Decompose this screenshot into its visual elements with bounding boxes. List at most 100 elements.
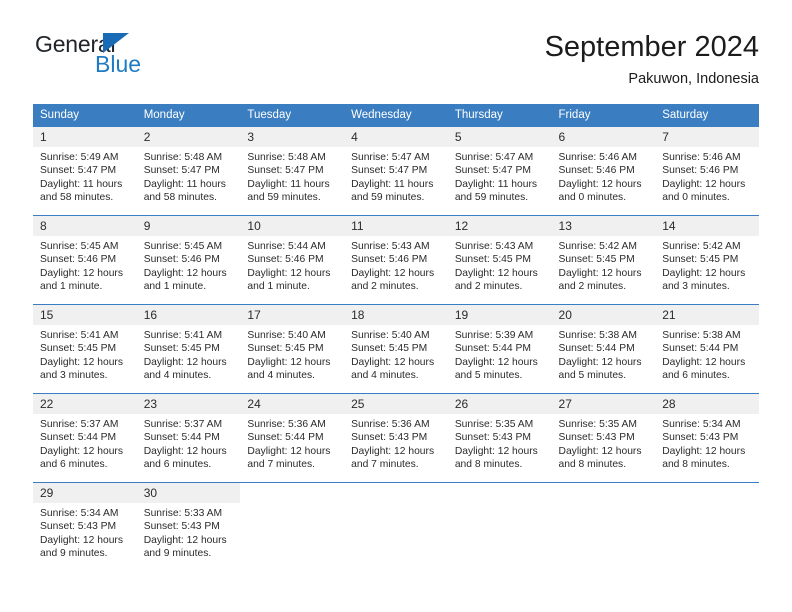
- calendar-day-cell[interactable]: 24 Sunrise: 5:36 AM Sunset: 5:44 PM Dayligh…: [240, 393, 345, 483]
- calendar-day-cell[interactable]: 19 Sunrise: 5:39 AM Sunset: 5:44 PM Dayligh…: [447, 304, 552, 394]
- daylight-text-line1: Daylight: 12 hours: [143, 445, 227, 457]
- day-cell-body: Sunrise: 5:40 AM Sunset: 5:45 PM Daylight:…: [344, 325, 448, 382]
- day-cell-body: Sunrise: 5:37 AM Sunset: 5:44 PM Daylight:…: [137, 414, 241, 471]
- sunset-text: Sunset: 5:46 PM: [662, 165, 739, 177]
- day-cell-inner: 23 Sunrise: 5:37 AM Sunset: 5:44 PM Dayligh…: [136, 394, 241, 482]
- day-number: 2: [136, 127, 241, 147]
- day-number: 10: [240, 216, 345, 236]
- day-number: 25: [344, 394, 448, 414]
- daylight-text-line1: Daylight: 12 hours: [454, 356, 538, 368]
- calendar-day-cell[interactable]: 22 Sunrise: 5:37 AM Sunset: 5:44 PM Dayligh…: [33, 393, 137, 483]
- sunrise-text: Sunrise: 5:45 AM: [143, 241, 223, 252]
- daylight-text-line1: Daylight: 11 hours: [454, 178, 538, 190]
- day-cell-body: Sunrise: 5:40 AM Sunset: 5:45 PM Daylight:…: [240, 325, 344, 382]
- sunrise-text: Sunrise: 5:36 AM: [351, 419, 430, 430]
- daylight-text-line2: and 1 minute.: [143, 280, 207, 292]
- day-number: 29: [33, 483, 137, 503]
- day-cell-inner: 26 Sunrise: 5:35 AM Sunset: 5:43 PM Dayligh…: [447, 394, 552, 482]
- sunset-text: Sunset: 5:43 PM: [143, 521, 220, 533]
- sunrise-text: Sunrise: 5:40 AM: [247, 330, 326, 341]
- day-cell-body: Sunrise: 5:37 AM Sunset: 5:44 PM Daylight:…: [33, 414, 137, 471]
- title-block: September 2024 Pakuwon, Indonesia: [545, 30, 759, 89]
- sunset-text: Sunset: 5:43 PM: [351, 432, 428, 444]
- calendar-day-cell[interactable]: 26 Sunrise: 5:35 AM Sunset: 5:43 PM Dayligh…: [447, 393, 552, 483]
- day-number: 1: [33, 127, 137, 147]
- calendar-day-cell[interactable]: 20 Sunrise: 5:38 AM Sunset: 5:44 PM Dayligh…: [551, 304, 656, 394]
- day-cell-inner: [344, 483, 448, 571]
- day-number: 28: [655, 394, 759, 414]
- daylight-text-line1: Daylight: 11 hours: [247, 178, 330, 190]
- sunrise-text: Sunrise: 5:43 AM: [454, 241, 534, 252]
- calendar-day-cell[interactable]: 16 Sunrise: 5:41 AM Sunset: 5:45 PM Dayligh…: [136, 304, 241, 394]
- calendar-day-cell[interactable]: 9 Sunrise: 5:45 AM Sunset: 5:46 PM Daylight…: [136, 215, 241, 305]
- day-cell-body: [448, 503, 552, 507]
- sunrise-text: Sunrise: 5:34 AM: [662, 419, 741, 430]
- day-cell-body: Sunrise: 5:46 AM Sunset: 5:46 PM Daylight:…: [655, 147, 759, 204]
- daylight-text-line1: Daylight: 12 hours: [558, 267, 642, 279]
- day-cell-body: Sunrise: 5:49 AM Sunset: 5:47 PM Daylight:…: [33, 147, 137, 204]
- sunrise-text: Sunrise: 5:38 AM: [558, 330, 637, 341]
- day-cell-body: [240, 503, 344, 507]
- day-number: 3: [240, 127, 345, 147]
- daylight-text-line2: and 3 minutes.: [40, 369, 108, 381]
- day-cell-inner: 14 Sunrise: 5:42 AM Sunset: 5:45 PM Dayligh…: [655, 216, 759, 304]
- sunset-text: Sunset: 5:45 PM: [351, 343, 428, 355]
- day-number: 22: [33, 394, 137, 414]
- weekday-header-monday: Monday: [136, 104, 241, 127]
- sunset-text: Sunset: 5:43 PM: [662, 432, 739, 444]
- day-cell-body: Sunrise: 5:38 AM Sunset: 5:44 PM Daylight:…: [552, 325, 656, 382]
- day-number: 4: [344, 127, 448, 147]
- calendar-day-cell[interactable]: 8 Sunrise: 5:45 AM Sunset: 5:46 PM Daylight…: [33, 215, 137, 305]
- calendar-day-cell[interactable]: 28 Sunrise: 5:34 AM Sunset: 5:43 PM Dayligh…: [655, 393, 759, 483]
- sunrise-text: Sunrise: 5:47 AM: [351, 152, 430, 163]
- day-cell-body: Sunrise: 5:36 AM Sunset: 5:44 PM Daylight:…: [240, 414, 344, 471]
- day-number: 6: [551, 127, 656, 147]
- daylight-text-line1: Daylight: 12 hours: [40, 267, 123, 279]
- sunset-text: Sunset: 5:47 PM: [351, 165, 428, 177]
- day-cell-body: Sunrise: 5:33 AM Sunset: 5:43 PM Daylight:…: [137, 503, 241, 560]
- calendar-day-cell[interactable]: 21 Sunrise: 5:38 AM Sunset: 5:44 PM Dayligh…: [655, 304, 759, 394]
- day-number: [344, 483, 448, 503]
- calendar-day-cell[interactable]: 27 Sunrise: 5:35 AM Sunset: 5:43 PM Dayligh…: [551, 393, 656, 483]
- sunset-text: Sunset: 5:45 PM: [454, 254, 531, 266]
- calendar-day-cell[interactable]: 12 Sunrise: 5:43 AM Sunset: 5:45 PM Dayligh…: [447, 215, 552, 305]
- calendar-day-cell[interactable]: 14 Sunrise: 5:42 AM Sunset: 5:45 PM Dayligh…: [655, 215, 759, 305]
- calendar-day-cell[interactable]: 6 Sunrise: 5:46 AM Sunset: 5:46 PM Daylight…: [551, 126, 656, 216]
- daylight-text-line2: and 6 minutes.: [662, 369, 730, 381]
- calendar-day-cell[interactable]: 5 Sunrise: 5:47 AM Sunset: 5:47 PM Daylight…: [447, 126, 552, 216]
- calendar-day-cell[interactable]: 4 Sunrise: 5:47 AM Sunset: 5:47 PM Daylight…: [344, 126, 448, 216]
- day-cell-body: Sunrise: 5:43 AM Sunset: 5:46 PM Daylight:…: [344, 236, 448, 293]
- day-cell-inner: 9 Sunrise: 5:45 AM Sunset: 5:46 PM Daylight…: [136, 216, 241, 304]
- calendar-day-cell[interactable]: 29 Sunrise: 5:34 AM Sunset: 5:43 PM Dayligh…: [33, 482, 137, 571]
- generalblue-logo[interactable]: General Blue: [33, 30, 253, 90]
- calendar-day-cell[interactable]: 17 Sunrise: 5:40 AM Sunset: 5:45 PM Dayligh…: [240, 304, 345, 394]
- calendar-day-cell[interactable]: 30 Sunrise: 5:33 AM Sunset: 5:43 PM Dayligh…: [136, 482, 241, 571]
- daylight-text-line2: and 59 minutes.: [454, 191, 529, 203]
- calendar-day-cell[interactable]: 7 Sunrise: 5:46 AM Sunset: 5:46 PM Daylight…: [655, 126, 759, 216]
- calendar-day-cell[interactable]: 10 Sunrise: 5:44 AM Sunset: 5:46 PM Dayligh…: [240, 215, 345, 305]
- day-cell-inner: 4 Sunrise: 5:47 AM Sunset: 5:47 PM Daylight…: [344, 127, 448, 215]
- calendar-day-cell[interactable]: 11 Sunrise: 5:43 AM Sunset: 5:46 PM Dayligh…: [344, 215, 448, 305]
- calendar-day-cell[interactable]: 18 Sunrise: 5:40 AM Sunset: 5:45 PM Dayligh…: [344, 304, 448, 394]
- calendar-day-cell[interactable]: 25 Sunrise: 5:36 AM Sunset: 5:43 PM Dayligh…: [344, 393, 448, 483]
- sunset-text: Sunset: 5:43 PM: [454, 432, 531, 444]
- calendar-day-cell[interactable]: 2 Sunrise: 5:48 AM Sunset: 5:47 PM Daylight…: [136, 126, 241, 216]
- day-cell-body: Sunrise: 5:44 AM Sunset: 5:46 PM Daylight:…: [240, 236, 344, 293]
- calendar-day-cell[interactable]: 23 Sunrise: 5:37 AM Sunset: 5:44 PM Dayligh…: [136, 393, 241, 483]
- calendar-day-cell[interactable]: 13 Sunrise: 5:42 AM Sunset: 5:45 PM Dayligh…: [551, 215, 656, 305]
- sunset-text: Sunset: 5:46 PM: [40, 254, 117, 266]
- daylight-text-line2: and 5 minutes.: [558, 369, 627, 381]
- calendar-day-cell[interactable]: 1 Sunrise: 5:49 AM Sunset: 5:47 PM Daylight…: [33, 126, 137, 216]
- day-cell-inner: [552, 483, 656, 571]
- sunset-text: Sunset: 5:45 PM: [558, 254, 635, 266]
- sunset-text: Sunset: 5:46 PM: [558, 165, 635, 177]
- daylight-text-line2: and 9 minutes.: [143, 547, 212, 559]
- day-cell-inner: 5 Sunrise: 5:47 AM Sunset: 5:47 PM Daylight…: [447, 127, 552, 215]
- day-cell-inner: 1 Sunrise: 5:49 AM Sunset: 5:47 PM Daylight…: [33, 127, 137, 215]
- calendar-day-cell[interactable]: 15 Sunrise: 5:41 AM Sunset: 5:45 PM Dayligh…: [33, 304, 137, 394]
- calendar-week-row: 1 Sunrise: 5:49 AM Sunset: 5:47 PM Daylight…: [33, 126, 759, 216]
- daylight-text-line2: and 59 minutes.: [247, 191, 321, 203]
- weekday-header-wednesday: Wednesday: [344, 104, 448, 127]
- day-cell-inner: 6 Sunrise: 5:46 AM Sunset: 5:46 PM Daylight…: [551, 127, 656, 215]
- calendar-day-cell[interactable]: 3 Sunrise: 5:48 AM Sunset: 5:47 PM Daylight…: [240, 126, 345, 216]
